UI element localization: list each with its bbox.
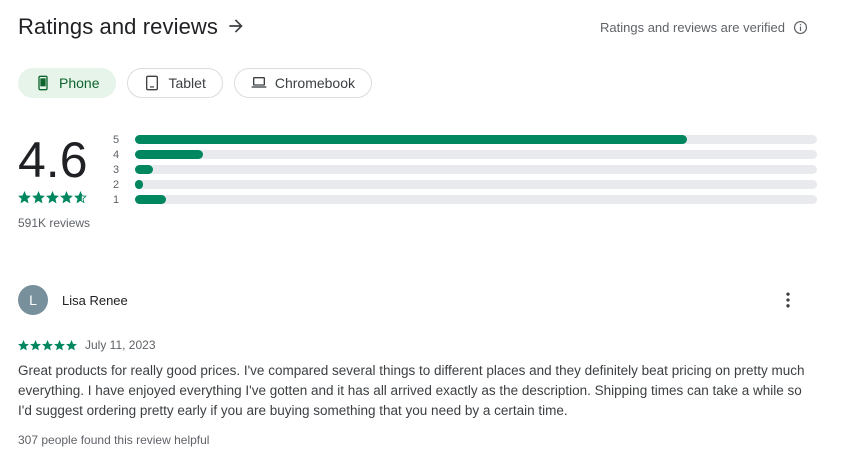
verified-notice: Ratings and reviews are verified xyxy=(600,20,808,35)
arrow-right-icon[interactable] xyxy=(226,16,246,36)
rating-bar-fill xyxy=(135,195,166,204)
rating-distribution: 5 4 3 2 1 xyxy=(113,132,818,207)
rating-bar-fill xyxy=(135,165,153,174)
review-text: Great products for really good prices. I… xyxy=(18,363,805,418)
tab-chromebook[interactable]: Chromebook xyxy=(233,68,372,98)
tab-tablet[interactable]: Tablet xyxy=(127,68,223,98)
average-rating: 4.6 xyxy=(18,132,88,188)
star-icon xyxy=(60,191,73,204)
rating-row-label: 5 xyxy=(113,133,120,146)
review-stars xyxy=(18,339,77,351)
star-icon xyxy=(74,191,87,204)
tablet-icon xyxy=(146,75,159,91)
rating-row-label: 1 xyxy=(113,193,120,206)
rating-bar-track xyxy=(135,135,817,144)
more-vert-icon[interactable] xyxy=(778,290,798,310)
star-icon xyxy=(42,339,53,350)
rating-bar-fill xyxy=(135,180,144,189)
phone-icon xyxy=(38,75,48,91)
rating-bar-fill xyxy=(135,135,688,144)
tab-phone[interactable]: Phone xyxy=(18,68,117,98)
rating-bar-fill xyxy=(135,150,204,159)
avatar: L xyxy=(18,285,48,315)
summary-stars xyxy=(18,191,118,204)
review-count: 591K reviews xyxy=(18,216,91,230)
review-meta: July 11, 2023 xyxy=(18,338,818,352)
star-icon xyxy=(66,339,77,350)
ratings-header: Ratings and reviews Ratings and reviews … xyxy=(18,12,818,44)
rating-bar-track xyxy=(135,195,817,204)
star-icon xyxy=(32,191,45,204)
rating-row-1: 1 xyxy=(113,192,818,207)
star-icon xyxy=(30,339,41,350)
rating-row-label: 4 xyxy=(113,148,120,161)
section-title: Ratings and reviews xyxy=(18,14,218,39)
rating-row-label: 3 xyxy=(113,163,120,176)
tab-tablet-label: Tablet xyxy=(168,75,206,91)
laptop-icon xyxy=(251,77,267,88)
rating-row-3: 3 xyxy=(113,162,818,177)
verified-text: Ratings and reviews are verified xyxy=(600,20,785,35)
star-icon xyxy=(46,191,59,204)
rating-bar-track xyxy=(135,165,817,174)
helpful-count: 307 people found this review helpful xyxy=(18,433,210,447)
info-icon[interactable] xyxy=(793,20,808,35)
rating-row-4: 4 xyxy=(113,147,818,162)
star-icon xyxy=(54,339,65,350)
rating-summary: 4.6 591K reviews xyxy=(18,134,118,230)
rating-bar-track xyxy=(135,150,817,159)
rating-row-label: 2 xyxy=(113,178,120,191)
reviewer-info: L Lisa Renee xyxy=(18,284,818,316)
review-date: July 11, 2023 xyxy=(85,338,156,352)
rating-bar-track xyxy=(135,180,817,189)
star-icon xyxy=(18,191,31,204)
tab-chromebook-label: Chromebook xyxy=(274,75,355,91)
star-icon xyxy=(18,339,29,350)
rating-row-5: 5 xyxy=(113,132,818,147)
reviewer-name: Lisa Renee xyxy=(62,292,128,308)
device-tabs: Phone Tablet Chromebook xyxy=(18,68,372,98)
tab-phone-label: Phone xyxy=(59,75,100,91)
rating-row-2: 2 xyxy=(113,177,818,192)
review-card: L Lisa Renee July 11, 2023 Great product… xyxy=(18,284,818,447)
